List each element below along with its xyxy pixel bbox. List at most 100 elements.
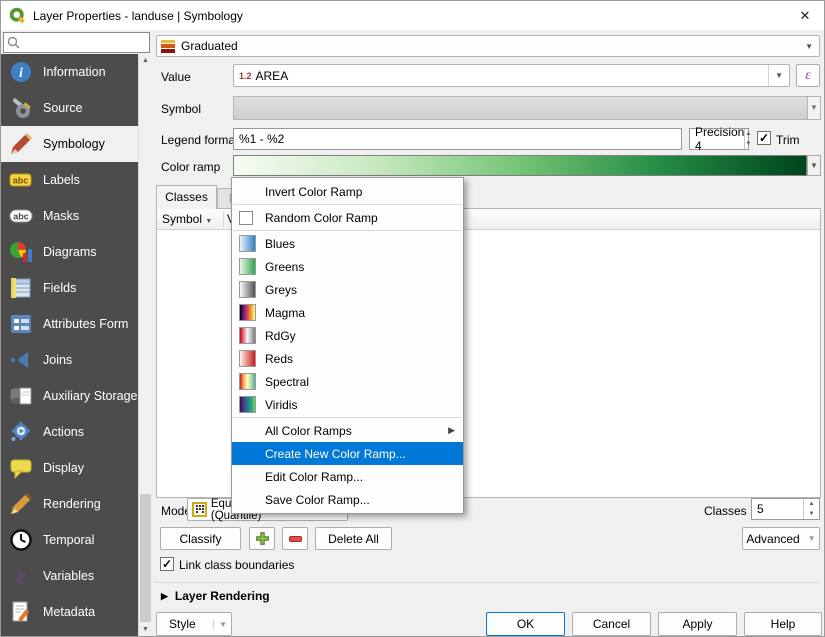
menu-item-blues[interactable]: Blues — [232, 232, 463, 255]
sidebar-item-attributes-form[interactable]: Attributes Form — [1, 306, 138, 342]
trim-checkbox[interactable]: ✓ — [757, 131, 771, 145]
sort-icon: ▼ — [205, 218, 212, 225]
precision-spinner[interactable]: Precision 4 ▲▼ — [689, 128, 749, 150]
menu-item-spectral[interactable]: Spectral — [232, 370, 463, 393]
menu-item-greens[interactable]: Greens — [232, 255, 463, 278]
sidebar-item-source[interactable]: Source — [1, 90, 138, 126]
sidebar-scrollbar[interactable]: ▲ ▼ — [138, 54, 152, 636]
column-divider — [223, 211, 224, 227]
layer-rendering-group[interactable]: ▶ Layer Rendering — [161, 589, 270, 603]
random-ramp-checkbox[interactable] — [239, 211, 253, 225]
spin-down-icon[interactable]: ▼ — [804, 509, 819, 519]
help-button[interactable]: Help — [744, 612, 822, 636]
scrollbar-thumb[interactable] — [140, 494, 151, 622]
color-ramp-label: Color ramp — [161, 160, 220, 174]
search-input[interactable] — [24, 34, 146, 51]
sidebar-item-symbology[interactable]: Symbology — [1, 126, 138, 162]
qgis-logo-icon — [9, 7, 26, 24]
sidebar-item-diagrams[interactable]: Diagrams — [1, 234, 138, 270]
spin-up-icon[interactable]: ▲ — [745, 129, 751, 139]
spinner-arrows[interactable]: ▲▼ — [803, 499, 819, 519]
menu-item-rdgy[interactable]: RdGy — [232, 324, 463, 347]
sidebar-item-joins[interactable]: Joins — [1, 342, 138, 378]
sidebar-item-variables[interactable]: εVariables — [1, 558, 138, 594]
style-button[interactable]: Style ▼ — [156, 612, 232, 636]
information-icon: i — [9, 60, 33, 84]
spin-up-icon[interactable]: ▲ — [804, 499, 819, 509]
remove-class-button[interactable] — [282, 527, 308, 550]
renderer-value: Graduated — [181, 39, 238, 53]
menu-item-reds[interactable]: Reds — [232, 347, 463, 370]
rdgy-ramp-icon — [239, 327, 256, 344]
renderer-select[interactable]: Graduated ▼ — [156, 35, 820, 57]
source-icon — [9, 96, 33, 120]
menu-item-invert-color-ramp[interactable]: Invert Color Ramp — [232, 180, 463, 203]
sidebar-item-actions[interactable]: Actions — [1, 414, 138, 450]
advanced-label: Advanced — [746, 532, 799, 546]
value-label: Value — [161, 70, 191, 84]
classify-button[interactable]: Classify — [160, 527, 241, 550]
menu-item-create-new-color-ramp[interactable]: Create New Color Ramp... — [232, 442, 463, 465]
menu-item-random-color-ramp[interactable]: Random Color Ramp — [232, 206, 463, 229]
sidebar-item-label: Rendering — [43, 497, 101, 511]
plus-icon — [255, 531, 270, 546]
menu-item-edit-color-ramp[interactable]: Edit Color Ramp... — [232, 465, 463, 488]
ok-button[interactable]: OK — [486, 612, 565, 636]
add-class-button[interactable] — [249, 527, 275, 550]
sidebar-item-label: Metadata — [43, 605, 95, 619]
scroll-down-icon[interactable]: ▼ — [139, 626, 152, 633]
variables-icon: ε — [9, 564, 33, 588]
sidebar-item-fields[interactable]: Fields — [1, 270, 138, 306]
spinner-arrows[interactable]: ▲▼ — [744, 129, 751, 149]
minus-icon — [289, 536, 302, 542]
symbol-dropdown-icon[interactable]: ▼ — [807, 96, 821, 120]
sidebar-item-label: Fields — [43, 281, 76, 295]
menu-item-magma[interactable]: Magma — [232, 301, 463, 324]
apply-button[interactable]: Apply — [658, 612, 737, 636]
cancel-button[interactable]: Cancel — [572, 612, 651, 636]
menu-item-save-color-ramp[interactable]: Save Color Ramp... — [232, 488, 463, 511]
legend-format-input[interactable]: %1 - %2 — [233, 128, 682, 150]
tab-classes[interactable]: Classes — [156, 185, 217, 209]
sidebar-item-rendering[interactable]: Rendering — [1, 486, 138, 522]
magma-ramp-icon — [239, 304, 256, 321]
color-ramp-dropdown-icon[interactable]: ▼ — [807, 155, 821, 176]
sidebar-item-label: Diagrams — [43, 245, 97, 259]
color-ramp-menu: Invert Color RampRandom Color RampBluesG… — [231, 177, 464, 514]
sidebar-item-display[interactable]: Display — [1, 450, 138, 486]
menu-item-viridis[interactable]: Viridis — [232, 393, 463, 416]
svg-text:abc: abc — [13, 176, 29, 186]
sidebar-item-labels[interactable]: abcLabels — [1, 162, 138, 198]
legend-format-value: %1 - %2 — [239, 132, 284, 146]
symbol-preview[interactable] — [233, 96, 808, 120]
graduated-icon — [161, 40, 175, 53]
close-icon[interactable]: ✕ — [796, 7, 814, 25]
collapse-arrow-icon[interactable]: ▶ — [161, 591, 168, 602]
value-field-select[interactable]: 1.2 AREA ▼ — [233, 64, 790, 87]
spin-down-icon[interactable]: ▼ — [745, 139, 751, 149]
sidebar-item-temporal[interactable]: Temporal — [1, 522, 138, 558]
sidebar-item-label: Information — [43, 65, 106, 79]
delete-all-button[interactable]: Delete All — [315, 527, 392, 550]
reds-ramp-icon — [239, 350, 256, 367]
sidebar-item-label: Actions — [43, 425, 84, 439]
scroll-up-icon[interactable]: ▲ — [139, 57, 152, 64]
viridis-ramp-icon — [239, 396, 256, 413]
menu-item-greys[interactable]: Greys — [232, 278, 463, 301]
link-class-boundaries-checkbox[interactable]: ✓ — [160, 557, 174, 571]
sidebar-item-masks[interactable]: abcMasks — [1, 198, 138, 234]
menu-item-label: Greys — [265, 283, 297, 297]
sidebar-item-label: Source — [43, 101, 83, 115]
search-box[interactable] — [3, 32, 150, 53]
svg-text:abc: abc — [13, 212, 29, 222]
sidebar-item-metadata[interactable]: Metadata — [1, 594, 138, 630]
expression-builder-button[interactable]: ε — [796, 64, 820, 87]
menu-item-all-color-ramps[interactable]: All Color Ramps▶ — [232, 419, 463, 442]
sidebar-item-information[interactable]: i Information — [1, 54, 138, 90]
classes-spinner[interactable]: 5 ▲▼ — [751, 498, 820, 520]
color-ramp-preview[interactable] — [233, 155, 807, 176]
advanced-button[interactable]: Advanced ▼ — [742, 527, 820, 550]
sidebar-item-auxiliary-storage[interactable]: Auxiliary Storage — [1, 378, 138, 414]
sidebar-item-label: Joins — [43, 353, 72, 367]
column-symbol[interactable]: Symbol ▼ — [162, 212, 212, 226]
